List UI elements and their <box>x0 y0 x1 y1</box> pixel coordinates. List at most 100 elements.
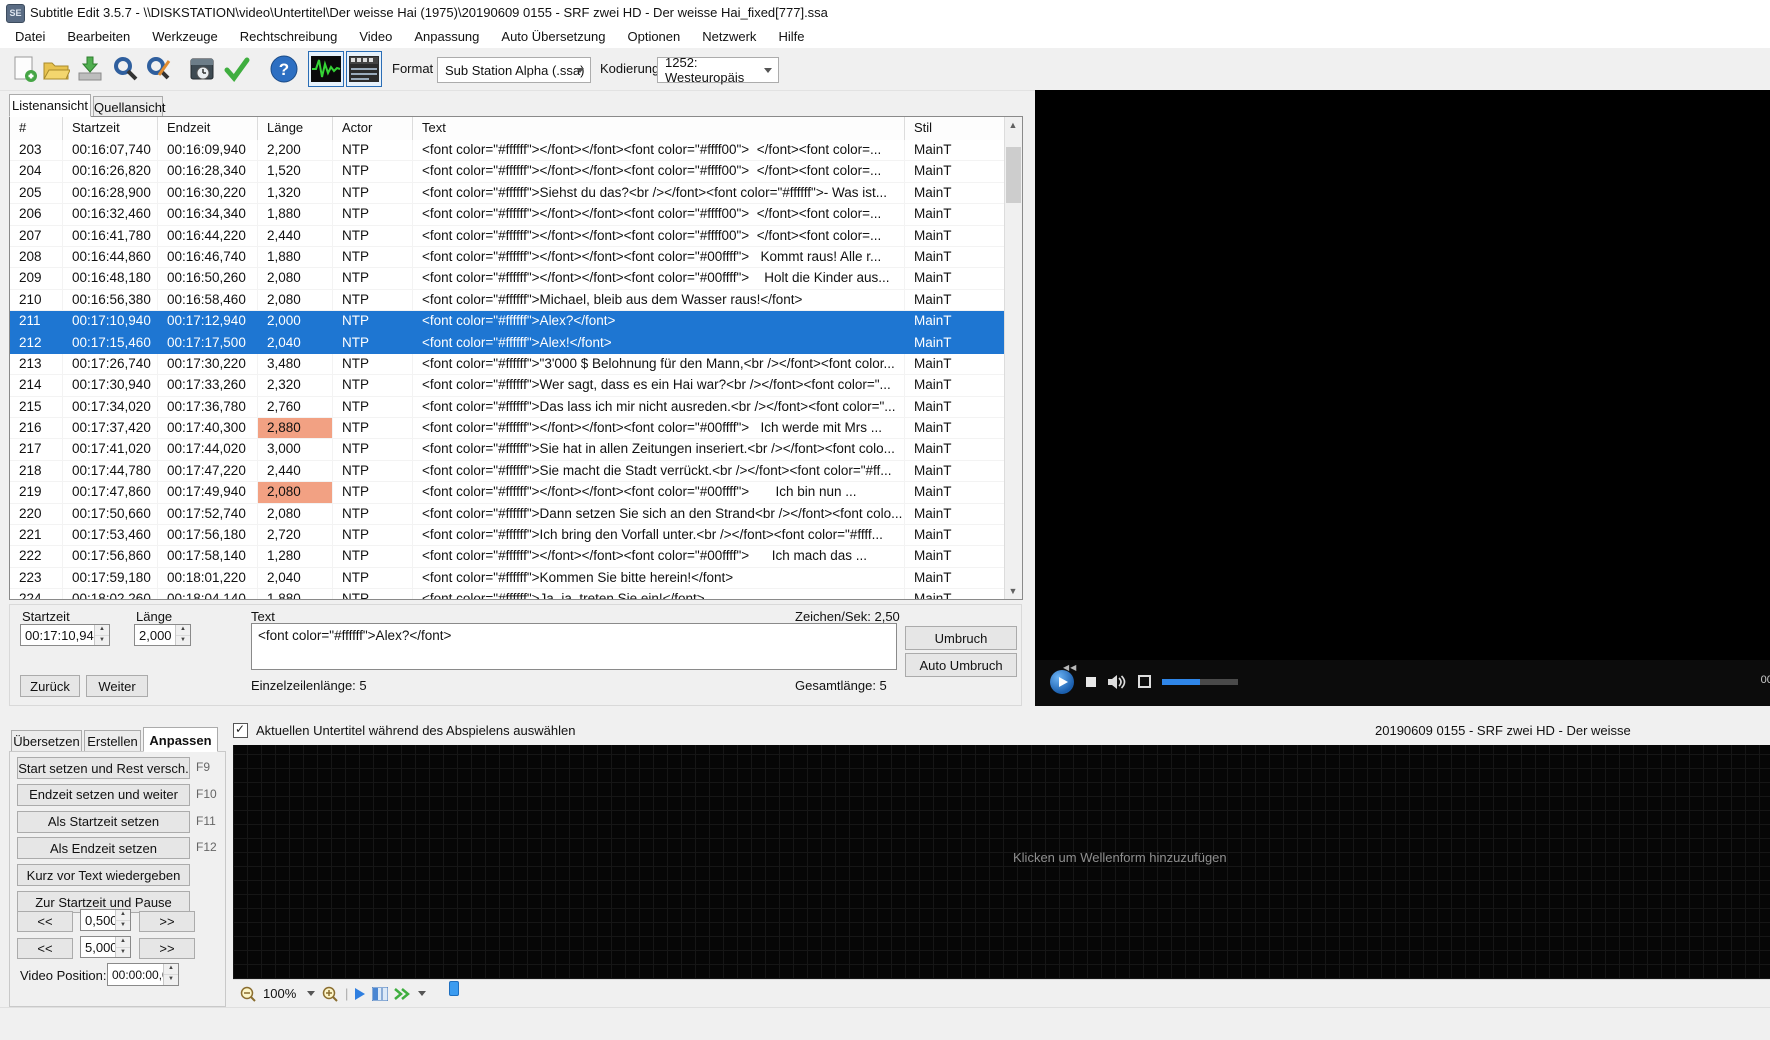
table-row[interactable]: 212 00:17:15,460 00:17:17,500 2,040 NTP … <box>10 333 1006 354</box>
menu-item[interactable]: Rechtschreibung <box>229 25 349 48</box>
menu-item[interactable]: Bearbeiten <box>56 25 141 48</box>
replace-icon[interactable] <box>141 51 177 87</box>
seek-back-large-button[interactable]: << <box>17 938 73 959</box>
seek-back-small-button[interactable]: << <box>17 911 73 932</box>
spell-check-icon[interactable] <box>219 51 255 87</box>
spinner-arrows[interactable]: ▲▼ <box>94 625 109 645</box>
header-num[interactable]: # <box>10 117 63 140</box>
table-row[interactable]: 213 00:17:26,740 00:17:30,220 3,480 NTP … <box>10 354 1006 375</box>
header-endzeit[interactable]: Endzeit <box>158 117 258 140</box>
spinner-arrows[interactable]: ▲▼ <box>115 910 130 930</box>
table-row[interactable]: 203 00:16:07,740 00:16:09,940 2,200 NTP … <box>10 140 1006 161</box>
table-row[interactable]: 207 00:16:41,780 00:16:44,220 2,440 NTP … <box>10 226 1006 247</box>
table-row[interactable]: 219 00:17:47,860 00:17:49,940 2,080 NTP … <box>10 482 1006 503</box>
table-row[interactable]: 223 00:17:59,180 00:18:01,220 2,040 NTP … <box>10 568 1006 589</box>
menu-item[interactable]: Netzwerk <box>691 25 767 48</box>
zoom-in-icon[interactable] <box>321 985 339 1003</box>
chevron-down-icon[interactable] <box>307 991 315 996</box>
table-row[interactable]: 217 00:17:41,020 00:17:44,020 3,000 NTP … <box>10 439 1006 460</box>
wave-play-icon[interactable] <box>354 987 366 1001</box>
tab-erstellen[interactable]: Erstellen <box>84 730 141 752</box>
large-step-spinner[interactable]: 5,000 ▲▼ <box>80 936 131 958</box>
menu-item[interactable]: Hilfe <box>767 25 815 48</box>
weiter-button[interactable]: Weiter <box>86 675 148 697</box>
play-button[interactable] <box>1050 670 1074 694</box>
spinner-arrows[interactable]: ▲▼ <box>115 937 130 957</box>
menu-item[interactable]: Datei <box>4 25 56 48</box>
table-row[interactable]: 220 00:17:50,660 00:17:52,740 2,080 NTP … <box>10 504 1006 525</box>
help-icon[interactable]: ? <box>266 51 302 87</box>
position-marker[interactable] <box>449 981 459 996</box>
laenge-spinner[interactable]: 2,000 ▲▼ <box>134 624 191 646</box>
table-row[interactable]: 211 00:17:10,940 00:17:12,940 2,000 NTP … <box>10 311 1006 332</box>
menu-item[interactable]: Werkzeuge <box>141 25 229 48</box>
table-row[interactable]: 218 00:17:44,780 00:17:47,220 2,440 NTP … <box>10 461 1006 482</box>
header-stil[interactable]: Stil <box>905 117 1006 140</box>
visual-sync-icon[interactable] <box>185 51 221 87</box>
find-icon[interactable] <box>108 51 144 87</box>
tab-quellansicht[interactable]: Quellansicht <box>93 96 163 117</box>
spinner-arrows[interactable]: ▲▼ <box>175 625 190 645</box>
table-row[interactable]: 208 00:16:44,860 00:16:46,740 1,880 NTP … <box>10 247 1006 268</box>
table-row[interactable]: 224 00:18:02,260 00:18:04,140 1,880 NTP … <box>10 589 1006 599</box>
adjust-button[interactable]: Endzeit setzen und weiter <box>17 784 190 806</box>
table-row[interactable]: 210 00:16:56,380 00:16:58,460 2,080 NTP … <box>10 290 1006 311</box>
table-row[interactable]: 215 00:17:34,020 00:17:36,780 2,760 NTP … <box>10 397 1006 418</box>
format-dropdown[interactable]: Sub Station Alpha (.ssa) <box>437 57 591 83</box>
subtitle-text-input[interactable]: <font color="#ffffff">Alex?</font> <box>251 623 897 670</box>
adjust-button[interactable]: Start setzen und Rest versch. <box>17 757 190 779</box>
encoding-dropdown[interactable]: 1252: Westeuropäis <box>657 57 779 83</box>
adjust-button[interactable]: Als Startzeit setzen <box>17 811 190 833</box>
menu-item[interactable]: Optionen <box>616 25 691 48</box>
auto-umbruch-button[interactable]: Auto Umbruch <box>905 653 1017 677</box>
small-step-spinner[interactable]: 0,500 ▲▼ <box>80 909 131 931</box>
header-text[interactable]: Text <box>413 117 905 140</box>
seek-slider[interactable] <box>1162 679 1238 685</box>
waveform-zoom-value[interactable]: 100% <box>263 986 301 1001</box>
fast-forward-icon[interactable] <box>394 988 412 1000</box>
table-row[interactable]: 206 00:16:32,460 00:16:34,340 1,880 NTP … <box>10 204 1006 225</box>
columns-icon[interactable] <box>372 987 388 1001</box>
table-row[interactable]: 221 00:17:53,460 00:17:56,180 2,720 NTP … <box>10 525 1006 546</box>
scroll-up-icon[interactable]: ▲ <box>1008 120 1018 130</box>
table-row[interactable]: 214 00:17:30,940 00:17:33,260 2,320 NTP … <box>10 375 1006 396</box>
menu-item[interactable]: Anpassung <box>403 25 490 48</box>
save-file-icon[interactable] <box>72 51 108 87</box>
table-row[interactable]: 209 00:16:48,180 00:16:50,260 2,080 NTP … <box>10 268 1006 289</box>
table-row[interactable]: 222 00:17:56,860 00:17:58,140 1,280 NTP … <box>10 546 1006 567</box>
adjust-button[interactable]: Als Endzeit setzen <box>17 837 190 859</box>
umbruch-button[interactable]: Umbruch <box>905 626 1017 650</box>
seek-fwd-small-button[interactable]: >> <box>139 911 195 932</box>
tab-anpassen[interactable]: Anpassen <box>143 727 218 752</box>
tab-uebersetzen[interactable]: Übersetzen <box>11 730 82 752</box>
video-toggle-icon[interactable] <box>346 51 382 87</box>
seek-fwd-large-button[interactable]: >> <box>139 938 195 959</box>
speaker-icon[interactable] <box>1107 674 1127 690</box>
startzeit-spinner[interactable]: 00:17:10,940 ▲▼ <box>20 624 110 646</box>
select-current-subtitle-checkbox[interactable]: ✓ <box>233 723 248 738</box>
table-row[interactable]: 204 00:16:26,820 00:16:28,340 1,520 NTP … <box>10 161 1006 182</box>
scrollbar-thumb[interactable] <box>1006 147 1021 203</box>
header-laenge[interactable]: Länge <box>258 117 333 140</box>
open-file-icon[interactable] <box>38 51 74 87</box>
table-row[interactable]: 216 00:17:37,420 00:17:40,300 2,880 NTP … <box>10 418 1006 439</box>
header-startzeit[interactable]: Startzeit <box>63 117 158 140</box>
header-actor[interactable]: Actor <box>333 117 413 140</box>
zoom-out-icon[interactable] <box>239 985 257 1003</box>
adjust-button[interactable]: Kurz vor Text wiedergeben <box>17 864 190 886</box>
zurueck-button[interactable]: Zurück <box>20 675 80 697</box>
chevron-down-icon[interactable] <box>418 991 426 996</box>
stop-button[interactable] <box>1086 677 1096 687</box>
spinner-arrows[interactable]: ▲▼ <box>163 964 178 985</box>
waveform-toggle-icon[interactable] <box>308 51 344 87</box>
fullscreen-icon[interactable] <box>1138 675 1151 688</box>
scroll-down-icon[interactable]: ▼ <box>1008 586 1018 596</box>
table-row[interactable]: 205 00:16:28,900 00:16:30,220 1,320 NTP … <box>10 183 1006 204</box>
menu-item[interactable]: Video <box>348 25 403 48</box>
table-scrollbar[interactable]: ▲ ▼ <box>1004 117 1022 599</box>
menu-item[interactable]: Auto Übersetzung <box>490 25 616 48</box>
tab-listenansicht[interactable]: Listenansicht <box>9 94 91 117</box>
waveform-area[interactable]: Klicken um Wellenform hinzuzufügen <box>233 745 1770 979</box>
video-player[interactable]: ◀◀ 00:0 <box>1035 90 1770 706</box>
video-position-spinner[interactable]: 00:00:00,000 ▲▼ <box>107 963 179 986</box>
